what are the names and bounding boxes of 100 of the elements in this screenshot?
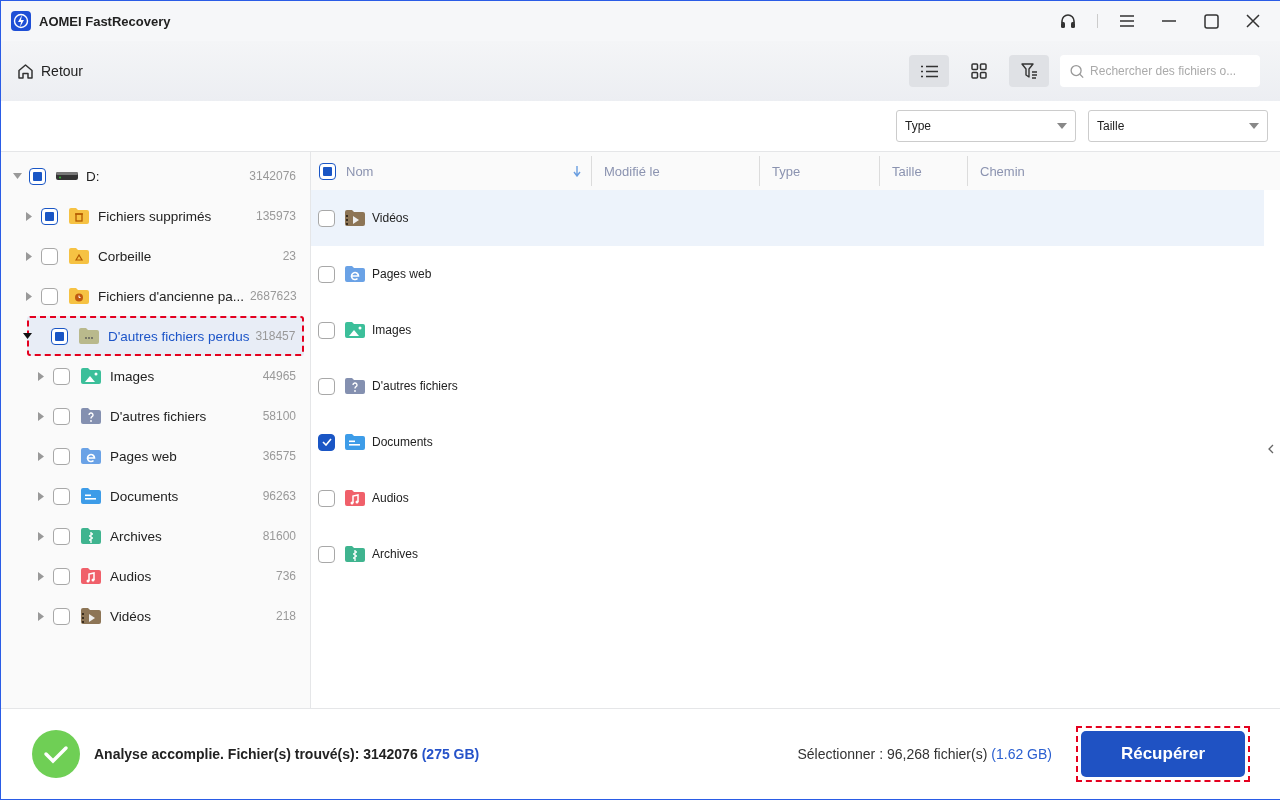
tree-item[interactable]: Images 44965 [1,356,304,396]
checkbox[interactable] [41,207,58,225]
filter-icon [1020,63,1038,79]
expand-arrow-icon[interactable] [38,491,44,501]
file-name: Documents [372,435,433,449]
checkbox[interactable] [319,162,336,180]
checkbox[interactable] [318,377,335,395]
expand-arrow-icon[interactable] [38,371,44,381]
checkbox[interactable] [41,287,58,305]
filter-button[interactable] [1009,55,1049,87]
search-input[interactable]: Rechercher des fichiers o... [1090,64,1250,78]
expand-arrow-icon[interactable] [38,571,44,581]
checkbox[interactable] [318,265,335,283]
tree-item-label: Audios [109,568,153,584]
tree-item-label: Archives [109,528,163,544]
tree-item[interactable]: Corbeille 23 [1,236,304,276]
file-row[interactable]: Images [311,302,1264,358]
music-folder-icon [344,488,366,508]
file-row[interactable]: Archives [311,526,1264,582]
web-folder-icon [80,446,102,466]
clock-folder-icon [68,286,90,306]
expand-arrow-icon[interactable] [38,411,44,421]
file-row[interactable]: Pages web [311,246,1264,302]
checkbox[interactable] [318,321,335,339]
tree-item-label: Corbeille [97,248,153,264]
tree-item-label: Fichiers supprimés [97,208,213,224]
file-count: 81600 [262,529,296,543]
expand-arrow-icon[interactable] [26,251,32,261]
file-count: 23 [282,249,296,263]
selection-size: (1.62 GB) [991,746,1052,762]
checkbox[interactable] [29,167,46,185]
view-button[interactable] [909,55,949,87]
search-icon [1070,63,1085,79]
checkbox[interactable] [53,487,70,505]
file-count: 36575 [262,449,296,463]
recover-button[interactable]: Récupérer [1081,731,1245,777]
checkbox[interactable] [53,367,70,385]
tree-item-label: Images [109,368,156,384]
file-count: 318457 [255,329,296,343]
tree-item[interactable]: Documents 96263 [1,476,304,516]
checkbox[interactable] [53,447,70,465]
tree-item[interactable]: Fichiers d'ancienne pa... 2687623 [1,276,304,316]
checkbox[interactable] [53,527,70,545]
file-name: D'autres fichiers [372,379,458,393]
file-count: 736 [275,569,296,583]
expand-arrow-icon[interactable] [26,211,32,221]
checkbox[interactable] [51,327,68,345]
archive-folder-icon [344,544,366,564]
caret-icon [1249,123,1259,129]
file-count: 58100 [262,409,296,423]
checkbox[interactable] [41,247,58,265]
dropdown[interactable]: Type [896,110,1076,142]
checkbox[interactable] [53,407,70,425]
document-folder-icon [344,432,366,452]
dropdown[interactable]: Taille [1088,110,1268,142]
tree-item[interactable]: D: 3142076 [1,156,304,196]
tree-item[interactable]: Vidéos 218 [1,596,304,636]
file-name: Audios [372,491,409,505]
file-count: 135973 [255,209,296,223]
app-logo-icon [11,11,31,31]
file-name: Vidéos [372,211,409,225]
expand-arrow-icon[interactable] [26,291,32,301]
file-row[interactable]: Documents [311,414,1264,470]
list-view-icon [920,64,938,78]
tree-item-label: Fichiers d'ancienne pa... [97,288,245,304]
collapse-panel-icon[interactable] [1268,444,1274,454]
file-count: 2687623 [249,289,297,303]
file-count: 44965 [262,369,296,383]
checkbox[interactable] [318,209,335,227]
scan-result-message: Analyse accomplie. Fichier(s) trouvé(s): 3142076 [94,746,418,762]
tree-item[interactable]: Fichiers supprimés 135973 [1,196,304,236]
file-row[interactable]: Vidéos [311,190,1264,246]
checkbox[interactable] [318,545,335,563]
tree-item-label: D'autres fichiers perdus [107,328,251,344]
checkbox[interactable] [53,607,70,625]
tree-item[interactable]: D'autres fichiers 58100 [1,396,304,436]
video-folder-icon [80,606,102,626]
search-field[interactable]: Rechercher des fichiers o... [1060,55,1260,87]
home-icon [17,62,34,80]
file-row[interactable]: Audios [311,470,1264,526]
collapse-arrow-icon[interactable] [22,333,32,339]
expand-arrow-icon[interactable] [38,531,44,541]
back-button[interactable]: Retour [17,62,84,80]
checkbox[interactable] [318,489,335,507]
success-check-icon [32,730,80,778]
tree-item-label: Documents [109,488,180,504]
file-name: Archives [372,547,418,561]
music-folder-icon [80,566,102,586]
checkbox[interactable] [53,567,70,585]
tree-item[interactable]: Audios 736 [1,556,304,596]
expand-arrow-icon[interactable] [38,451,44,461]
tree-item-label: Pages web [109,448,178,464]
expand-arrow-icon[interactable] [38,611,44,621]
tree-item[interactable]: Pages web 36575 [1,436,304,476]
checkbox[interactable] [318,433,335,451]
drive-icon [56,171,78,181]
tree-item[interactable]: Archives 81600 [1,516,304,556]
tree-item-label: D'autres fichiers [109,408,208,424]
tree-item-label: Vidéos [109,608,153,624]
file-row[interactable]: D'autres fichiers [311,358,1264,414]
